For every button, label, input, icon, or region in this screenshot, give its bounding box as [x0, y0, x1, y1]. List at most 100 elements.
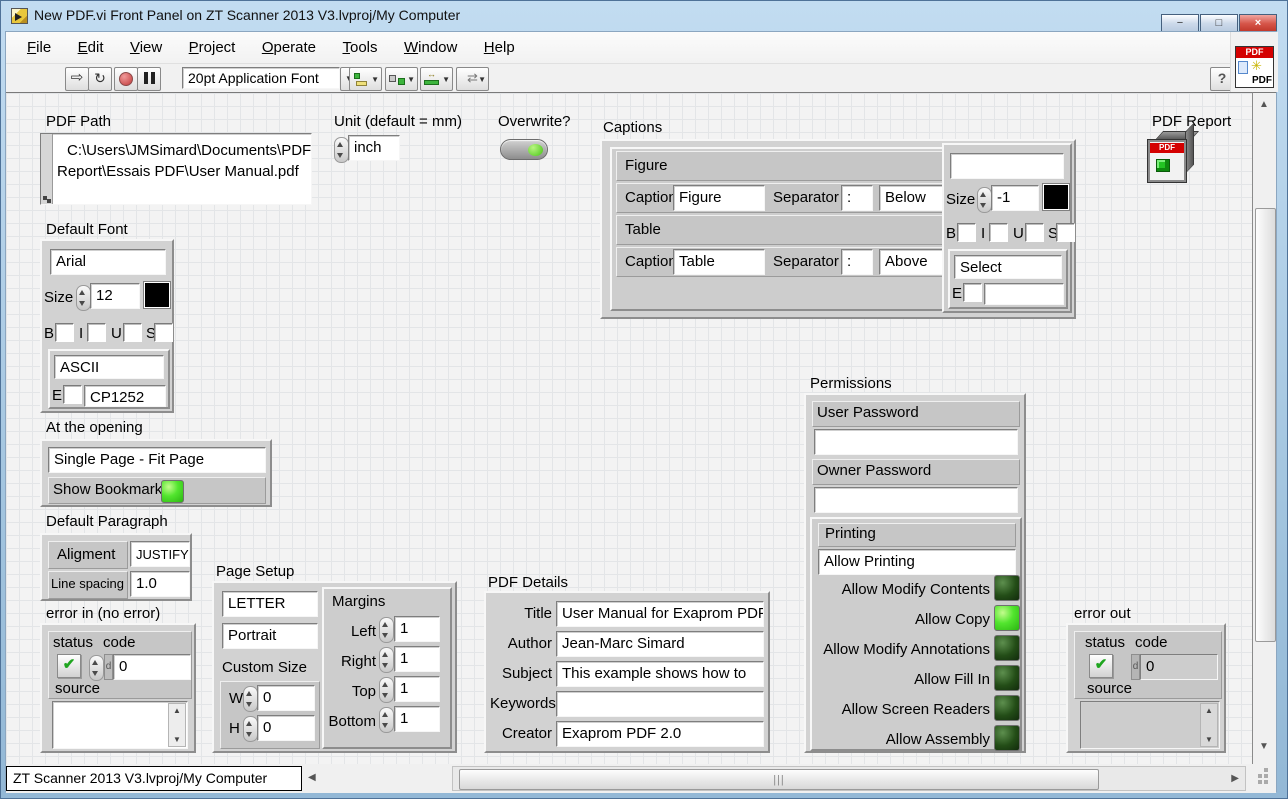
orientation-ring[interactable]: Portrait: [222, 623, 318, 649]
italic-checkbox[interactable]: [989, 223, 1008, 242]
source-scrollbar[interactable]: ▲ ▼: [1200, 703, 1218, 747]
captions-font-color[interactable]: [1042, 183, 1070, 211]
strike-checkbox[interactable]: [1056, 223, 1075, 242]
underline-checkbox[interactable]: [123, 323, 142, 342]
width-field[interactable]: 0: [257, 685, 315, 711]
overwrite-switch[interactable]: [500, 139, 548, 160]
allow-assembly-led[interactable]: [994, 725, 1020, 751]
figure-caption-field[interactable]: Figure: [673, 185, 765, 211]
scroll-down-icon[interactable]: ▼: [1259, 741, 1269, 752]
menu-help[interactable]: Help: [473, 32, 526, 63]
paper-size-ring[interactable]: LETTER: [222, 591, 318, 617]
margin-bottom-field[interactable]: 1: [394, 706, 440, 732]
menu-file[interactable]: File: [16, 32, 62, 63]
scroll-right-icon[interactable]: ▶: [1231, 773, 1239, 784]
run-continuously-button[interactable]: ↻: [88, 67, 112, 91]
scroll-up-icon[interactable]: ▲: [1259, 99, 1269, 110]
captions-font-name[interactable]: [950, 153, 1064, 179]
scroll-down-icon[interactable]: ▼: [169, 735, 185, 744]
keywords-field[interactable]: [556, 691, 764, 717]
unit-value[interactable]: inch: [348, 135, 400, 161]
margin-top-field[interactable]: 1: [394, 676, 440, 702]
pdf-path-control[interactable]: C:\Users\JMSimard\Documents\PDF Report\E…: [40, 133, 312, 205]
margin-top-spinner[interactable]: [379, 677, 394, 703]
margin-right-field[interactable]: 1: [394, 646, 440, 672]
line-spacing-field[interactable]: 1.0: [130, 571, 190, 597]
abort-button[interactable]: [114, 67, 138, 91]
titlebar[interactable]: New PDF.vi Front Panel on ZT Scanner 201…: [1, 1, 1287, 31]
radix[interactable]: d: [104, 654, 113, 680]
printing-ring[interactable]: Allow Printing: [818, 549, 1016, 575]
margin-left-field[interactable]: 1: [394, 616, 440, 642]
distribute-objects-button[interactable]: ▼: [385, 67, 418, 91]
execution-context-box[interactable]: ZT Scanner 2013 V3.lvproj/My Computer: [6, 766, 302, 791]
charset-ring[interactable]: ASCII: [54, 355, 164, 379]
pdf-report-icon[interactable]: PDF: [1148, 131, 1196, 183]
scroll-up-icon[interactable]: ▲: [1201, 706, 1217, 715]
vertical-scrollbar[interactable]: ▲ ▼: [1252, 92, 1276, 764]
bold-checkbox[interactable]: [957, 223, 976, 242]
menu-view[interactable]: View: [119, 32, 173, 63]
size-spinner[interactable]: [977, 187, 992, 213]
scroll-left-icon[interactable]: ◀: [308, 772, 316, 783]
unit-spinner[interactable]: [334, 137, 349, 163]
resize-grip[interactable]: [1258, 774, 1262, 778]
reorder-objects-button[interactable]: ⇄ ▼: [456, 67, 489, 91]
underline-checkbox[interactable]: [1025, 223, 1044, 242]
code-field[interactable]: 0: [113, 654, 191, 680]
code-spinner[interactable]: [89, 655, 104, 681]
vertical-scroll-thumb[interactable]: [1255, 208, 1276, 642]
horizontal-scroll-thumb[interactable]: |||: [459, 769, 1099, 790]
strike-checkbox[interactable]: [154, 323, 173, 342]
default-font-name[interactable]: Arial: [50, 249, 166, 275]
menu-edit[interactable]: Edit: [67, 32, 115, 63]
encoding-enable-checkbox[interactable]: [963, 283, 982, 302]
allow-screen-readers-led[interactable]: [994, 695, 1020, 721]
default-font-size[interactable]: 12: [90, 283, 140, 309]
menu-tools[interactable]: Tools: [331, 32, 388, 63]
scroll-up-icon[interactable]: ▲: [169, 706, 185, 715]
height-spinner[interactable]: [243, 716, 258, 742]
captions-charset-ring[interactable]: Select: [954, 255, 1062, 279]
width-spinner[interactable]: [243, 686, 258, 712]
path-browse-strip[interactable]: [41, 134, 53, 204]
allow-fill-in-led[interactable]: [994, 665, 1020, 691]
menu-project[interactable]: Project: [178, 32, 247, 63]
show-bookmarks-led[interactable]: [161, 480, 184, 503]
italic-checkbox[interactable]: [87, 323, 106, 342]
author-field[interactable]: Jean-Marc Simard: [556, 631, 764, 657]
vi-icon[interactable]: PDF ✳ PDF: [1235, 46, 1274, 88]
bold-checkbox[interactable]: [55, 323, 74, 342]
allow-modify-annotations-led[interactable]: [994, 635, 1020, 661]
table-separator-field[interactable]: :: [841, 249, 873, 275]
figure-separator-field[interactable]: :: [841, 185, 873, 211]
encoding-field[interactable]: CP1252: [84, 385, 166, 407]
captions-font-size[interactable]: -1: [991, 185, 1039, 211]
pause-button[interactable]: [137, 67, 161, 91]
source-field[interactable]: ▲ ▼: [52, 701, 188, 749]
default-font-color[interactable]: [143, 281, 171, 309]
resize-objects-button[interactable]: ↔ ▼: [420, 67, 453, 91]
table-caption-field[interactable]: Table: [673, 249, 765, 275]
menu-operate[interactable]: Operate: [251, 32, 327, 63]
margin-bottom-spinner[interactable]: [379, 707, 394, 733]
status-boolean[interactable]: ✔: [57, 654, 81, 678]
alignment-ring[interactable]: JUSTIFY: [130, 541, 190, 567]
horizontal-scrollbar[interactable]: ||| ▶: [452, 766, 1246, 791]
margin-left-spinner[interactable]: [379, 617, 394, 643]
height-field[interactable]: 0: [257, 715, 315, 741]
size-spinner[interactable]: [76, 285, 91, 311]
allow-modify-contents-led[interactable]: [994, 575, 1020, 601]
title-field[interactable]: User Manual for Exaprom PDF: [556, 601, 764, 627]
scroll-down-icon[interactable]: ▼: [1201, 735, 1217, 744]
captions-encoding-field[interactable]: [984, 283, 1064, 305]
opening-view-ring[interactable]: Single Page - Fit Page: [48, 447, 266, 473]
subject-field[interactable]: This example shows how to: [556, 661, 764, 687]
creator-field[interactable]: Exaprom PDF 2.0: [556, 721, 764, 747]
menu-window[interactable]: Window: [393, 32, 468, 63]
allow-copy-led[interactable]: [994, 605, 1020, 631]
encoding-enable-checkbox[interactable]: [63, 385, 82, 404]
user-password-field[interactable]: [814, 429, 1018, 455]
owner-password-field[interactable]: [814, 487, 1018, 513]
run-button[interactable]: ⇨: [65, 67, 89, 91]
